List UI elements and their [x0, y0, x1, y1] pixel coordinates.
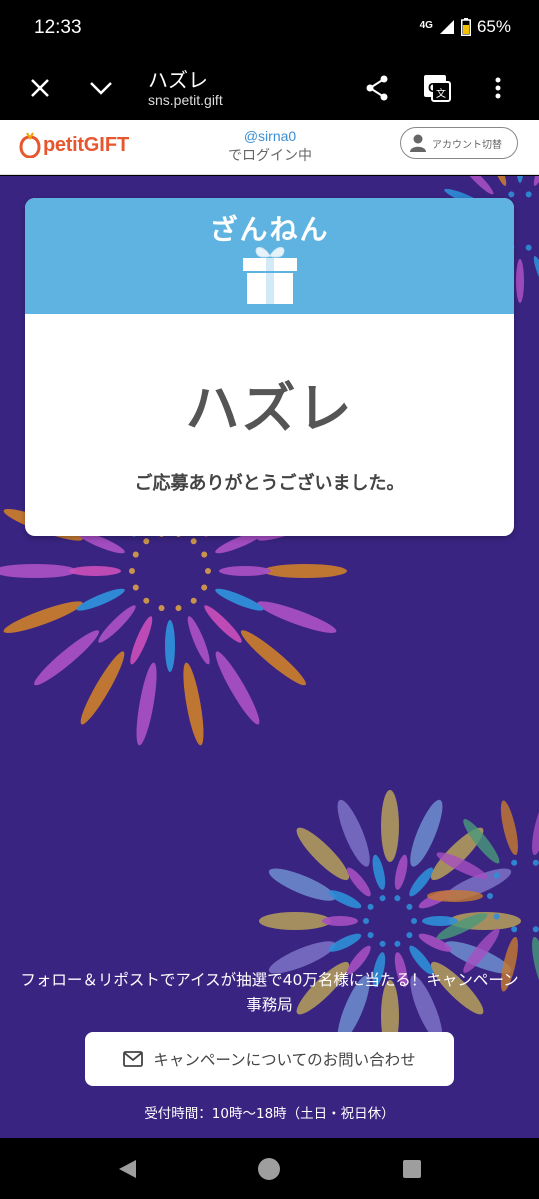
login-status: @sirna0 でログイン中: [210, 126, 330, 166]
business-hours: 受付時間：10時〜18時（土日・祝日休）: [144, 1106, 395, 1122]
logo-mark-icon: [19, 132, 41, 158]
network-type: 4G: [419, 19, 433, 31]
system-nav-bar: [0, 1138, 539, 1199]
logo-text-petit: petit: [43, 133, 84, 156]
chevron-down-icon[interactable]: [81, 68, 121, 108]
login-username[interactable]: @sirna0: [210, 126, 330, 146]
account-switch-button[interactable]: アカウント切替: [400, 127, 518, 159]
translate-icon[interactable]: G文: [417, 68, 457, 108]
gift-box-icon: [243, 247, 297, 304]
back-icon[interactable]: [114, 1156, 140, 1182]
signal-icon: [439, 20, 454, 34]
battery-percent: 65%: [476, 17, 511, 36]
campaign-organizer: フォロー＆リポストでアイスが抽選で40万名様に当たる！キャンペーン事務局: [20, 971, 519, 1014]
status-icons: 4G 65%: [420, 17, 511, 37]
login-status-text: でログイン中: [228, 148, 312, 164]
close-icon[interactable]: [20, 68, 60, 108]
browser-toolbar: ハズレ sns.petit.gift G文: [0, 56, 539, 120]
page-url: sns.petit.gift: [148, 92, 223, 108]
petit-gift-logo[interactable]: petit GIFT: [19, 132, 129, 158]
result-card: ざんねん ハズレ ご応募ありがとうございました。: [25, 198, 514, 536]
share-icon[interactable]: [357, 68, 397, 108]
battery-icon: [460, 18, 471, 36]
svg-text:文: 文: [436, 87, 446, 100]
page-title: ハズレ: [148, 68, 208, 92]
home-icon[interactable]: [256, 1156, 282, 1182]
result-message: ご応募ありがとうございました。: [134, 473, 405, 494]
account-switch-label: アカウント切替: [432, 139, 502, 151]
more-options-icon[interactable]: [478, 68, 518, 108]
result-card-header: ざんねん: [25, 198, 514, 314]
status-bar: 12:33 4G 65%: [0, 0, 539, 56]
site-header: petit GIFT @sirna0 でログイン中 アカウント切替: [0, 120, 539, 175]
contact-button[interactable]: キャンペーンについてのお問い合わせ: [85, 1032, 454, 1086]
recents-icon[interactable]: [399, 1156, 425, 1182]
user-icon: [410, 134, 426, 152]
logo-text-gift: GIFT: [83, 133, 130, 156]
contact-button-label: キャンペーンについてのお問い合わせ: [153, 1051, 416, 1069]
mail-icon: [123, 1051, 144, 1067]
result-title: ハズレ: [185, 377, 354, 440]
main-content: ざんねん ハズレ ご応募ありがとうございました。 フォロー＆リポストでアイスが抽…: [0, 176, 539, 1138]
status-time: 12:33: [34, 17, 82, 38]
